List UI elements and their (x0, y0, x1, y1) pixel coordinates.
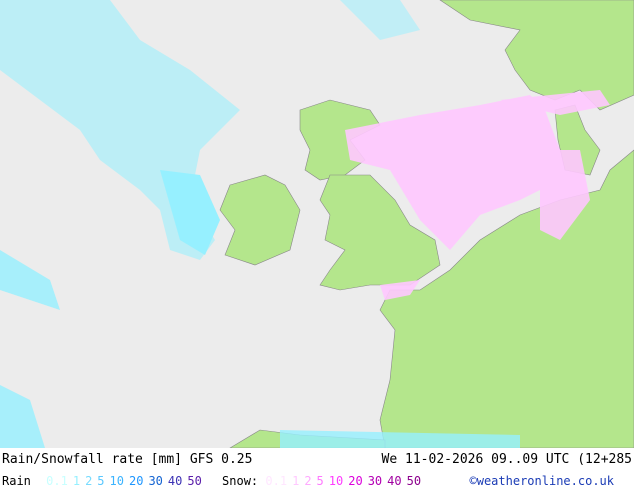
map-title: Rain/Snowfall rate [mm] GFS 0.25 (2, 452, 253, 467)
precipitation-map (0, 0, 634, 448)
legend: Rain/Snowfall rate [mm] GFS 0.25 We 11-0… (0, 448, 634, 490)
snow-scale-value: 30 (367, 474, 383, 488)
rain-scale-value: 0.1 (46, 474, 68, 488)
snow-label: Snow: (222, 474, 259, 488)
rain-scale-value: 10 (109, 474, 124, 488)
rain-scale: 0.1 1 2 5 10 20 30 40 50 (46, 474, 207, 488)
snow-scale-value: 10 (328, 474, 344, 488)
snow-scale-value: 1 (292, 474, 300, 488)
snow-scale-value: 50 (406, 474, 422, 488)
rain-scale-value: 30 (148, 474, 163, 488)
rain-scale-value: 20 (128, 474, 144, 488)
snow-scale: 0.1 1 2 5 10 20 30 40 50 (265, 474, 426, 488)
snow-scale-value: 5 (316, 474, 324, 488)
rain-scale-value: 1 (72, 474, 81, 488)
map-datetime: We 11-02-2026 09..09 UTC (12+285 (381, 452, 632, 467)
color-scale: Rain 0.1 1 2 5 10 20 30 40 50 Snow: 0.1 1 2 5 10 20 30… (2, 474, 426, 488)
snow-scale-value: 2 (304, 474, 312, 488)
copyright-link[interactable]: ©weatheronline.co.uk (470, 474, 615, 488)
rain-label: Rain (2, 474, 31, 488)
rain-scale-value: 5 (97, 474, 105, 488)
rain-scale-value: 40 (167, 474, 183, 488)
snow-scale-value: 40 (387, 474, 402, 488)
snow-scale-value: 20 (348, 474, 363, 488)
rain-scale-value: 50 (187, 474, 202, 488)
rain-scale-value: 2 (85, 474, 93, 488)
snow-scale-value: 0.1 (265, 474, 288, 488)
